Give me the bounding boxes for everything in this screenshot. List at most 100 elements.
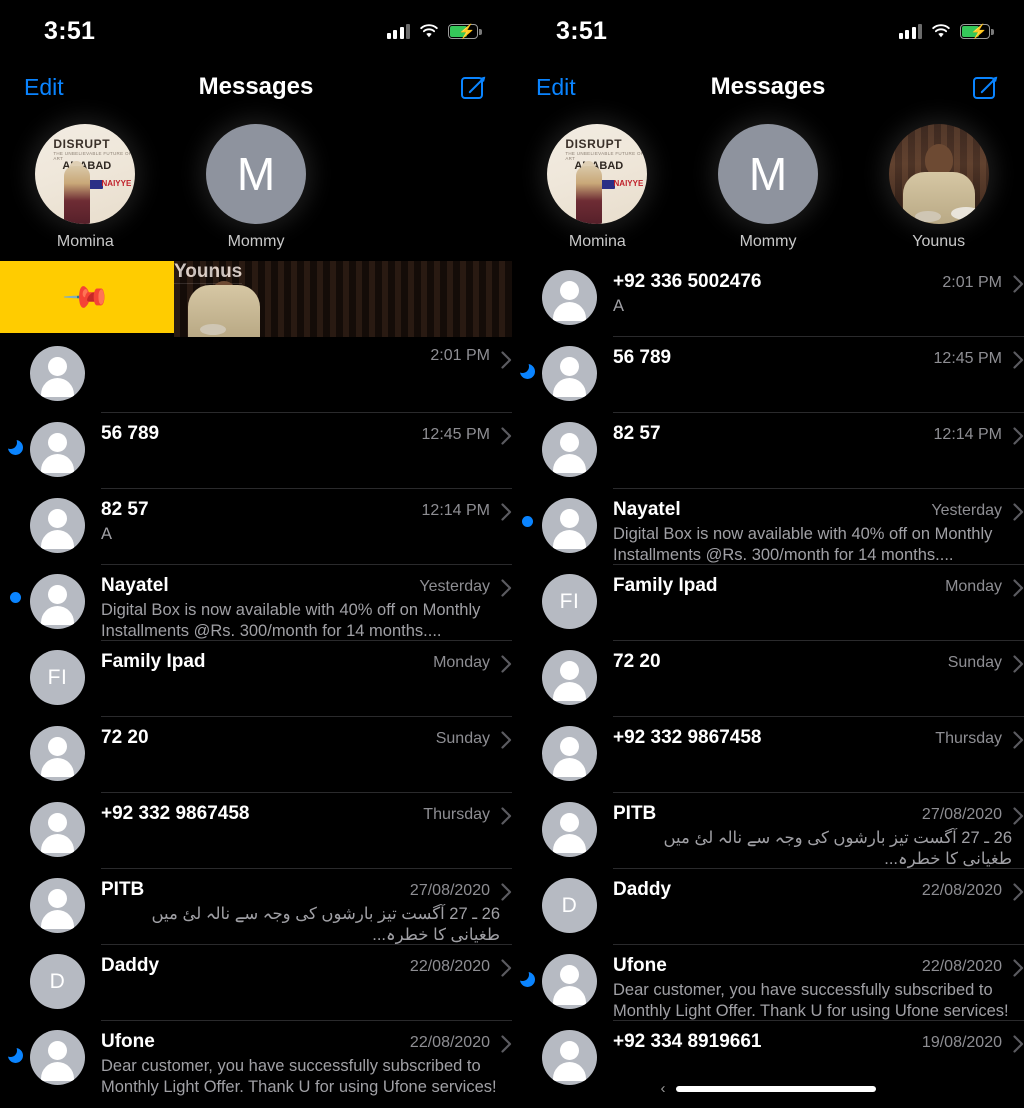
conversation-timestamp: 12:45 PM [421,426,490,443]
conversation-timestamp: 22/08/2020 [921,958,1002,975]
swiped-conversation-row[interactable]: 📌 Younus [0,261,512,337]
conversation-body: Ufone 22/08/2020 Dear customer, you have s… [101,1021,512,1097]
conversation-timestamp: 12:45 PM [933,350,1002,367]
avatar-initials: D [561,893,578,917]
pinned-conversations-row: DISRUPT THE UNBELIEVABLE FUTURE OF ART AM… [512,112,1024,261]
avatar [888,124,989,224]
status-bar-indicators: ⚡ [898,23,994,39]
row-badge [512,489,542,527]
conversation-timestamp: 27/08/2020 [921,806,1002,823]
conversation-preview: Dear customer, you have successfully sub… [101,1057,497,1096]
row-badge [0,337,30,364]
row-badge [0,869,30,896]
pin-icon: 📌 [62,272,112,322]
status-bar-clock: 3:51 [556,16,608,45]
conversation-list[interactable]: +92 336 5002476 2:01 PM A 56 789 12:45 PM 82 … [512,261,1024,1097]
chevron-right-icon [1013,351,1024,369]
conversation-row[interactable]: Nayatel Yesterday Digital Box is now avail… [512,489,1024,565]
pinned-conversation[interactable]: M Mommy [171,124,342,251]
pinned-conversation-name: Momina [56,233,114,250]
conversation-name: +92 334 8919661 [613,1031,762,1052]
conversation-timestamp: Yesterday [419,578,490,595]
conversation-row[interactable]: +92 336 5002476 2:01 PM A [512,261,1024,337]
conversation-row[interactable]: D Daddy 22/08/2020 [512,869,1024,945]
chevron-left-icon[interactable]: ‹ [661,1080,666,1097]
chevron-right-icon [1013,427,1024,445]
avatar: FI [542,574,597,629]
conversation-timestamp: 12:14 PM [933,426,1002,443]
avatar-initials: D [49,969,66,993]
row-badge [0,489,30,516]
page-title: Messages [198,73,314,100]
conversation-name: Family Ipad [613,575,718,596]
pinned-conversation[interactable]: Younus [853,124,1024,251]
conversation-timestamp: 2:01 PM [430,347,490,364]
conversation-row[interactable]: 82 57 12:14 PM [512,413,1024,489]
avatar [542,802,597,857]
pinned-conversation-name: Younus [912,233,966,250]
conversation-preview: 26 ـ 27 آگست تیز بارشوں کی وجہ سے نالہ ل… [151,905,501,944]
compose-icon[interactable] [460,73,488,101]
conversation-row[interactable]: +92 332 9867458 Thursday [0,793,512,869]
conversation-timestamp: 22/08/2020 [409,1034,490,1051]
conversation-row[interactable]: FI Family Ipad Monday [512,565,1024,641]
conversation-name: Nayatel [101,575,169,596]
conversation-row[interactable]: 72 20 Sunday [0,717,512,793]
avatar: M [718,124,818,224]
row-badge [512,641,542,668]
chevron-right-icon [501,579,512,597]
conversation-name: PITB [613,803,657,824]
conversation-row[interactable]: Ufone 22/08/2020 Dear customer, you have s… [0,1021,512,1097]
status-bar-clock: 3:51 [44,16,96,45]
pin-action-button[interactable]: 📌 [0,261,174,333]
conversation-name: Nayatel [613,499,681,520]
conversation-name: 82 57 [613,423,661,444]
conversation-row[interactable]: 56 789 12:45 PM [0,413,512,489]
pinned-conversation[interactable]: M Mommy [683,124,854,251]
conversation-body: Ufone 22/08/2020 Dear customer, you have s… [613,945,1024,1021]
conversation-row[interactable]: Nayatel Yesterday Digital Box is now avail… [0,565,512,641]
avatar [542,650,597,705]
conversation-row[interactable]: +92 332 9867458 Thursday [512,717,1024,793]
conversation-timestamp: Yesterday [931,502,1002,519]
row-badge [512,261,542,288]
avatar [30,1030,85,1085]
conversation-row[interactable]: Ufone 22/08/2020 Dear customer, you have s… [512,945,1024,1021]
avatar [542,498,597,553]
pinned-conversation-name: Mommy [227,233,285,250]
conversation-name: 56 789 [613,347,672,368]
chevron-right-icon [1013,883,1024,901]
avatar-initials: FI [47,665,68,689]
conversation-row[interactable]: PITB 27/08/2020 26 ـ 27 آگست تیز بارشوں کی… [0,869,512,945]
chevron-right-icon [501,503,512,521]
hide-alerts-moon-icon [3,436,23,455]
pinned-conversation[interactable]: DISRUPT THE UNBELIEVABLE FUTURE OF ART AM… [512,124,683,251]
conversation-row[interactable]: FI Family Ipad Monday [0,641,512,717]
hide-alerts-moon-icon [515,360,535,379]
conversation-list[interactable]: 2:01 PM 56 789 12:45 PM 82 57 12:14 PM A Nayat… [0,337,512,1097]
conversation-row[interactable]: D Daddy 22/08/2020 [0,945,512,1021]
conversation-body: 56 789 12:45 PM [101,413,512,489]
chevron-right-icon [1013,503,1024,521]
conversation-body: Family Ipad Monday [101,641,512,717]
compose-icon[interactable] [972,73,1000,101]
conversation-body: PITB 27/08/2020 26 ـ 27 آگست تیز بارشوں کی… [613,793,1024,869]
conversation-row[interactable]: PITB 27/08/2020 26 ـ 27 آگست تیز بارشوں کی… [512,793,1024,869]
conversation-timestamp: Monday [945,578,1002,595]
conversation-body: +92 332 9867458 Thursday [613,717,1024,793]
avatar [30,802,85,857]
conversation-name: Daddy [613,879,672,900]
conversation-row[interactable]: 72 20 Sunday [512,641,1024,717]
conversation-row[interactable]: 2:01 PM [0,337,512,413]
pinned-conversation[interactable]: DISRUPT THE UNBELIEVABLE FUTURE OF ART AM… [0,124,171,251]
wifi-icon [931,23,951,39]
avatar: DISRUPT THE UNBELIEVABLE FUTURE OF ART AM… [547,124,648,224]
conversation-row[interactable]: 56 789 12:45 PM [512,337,1024,413]
right-phone-screen: 3:51 ⚡ Edit Messages DISRUPT THE UNBELIE… [512,0,1024,1108]
wifi-icon [419,23,439,39]
chevron-right-icon [501,959,512,977]
avatar [542,726,597,781]
conversation-row[interactable]: 82 57 12:14 PM A [0,489,512,565]
home-indicator-bar[interactable] [675,1085,876,1092]
left-phone-screen: 3:51 ⚡ Edit Messages DISRUPT THE UNBELIE… [0,0,512,1108]
